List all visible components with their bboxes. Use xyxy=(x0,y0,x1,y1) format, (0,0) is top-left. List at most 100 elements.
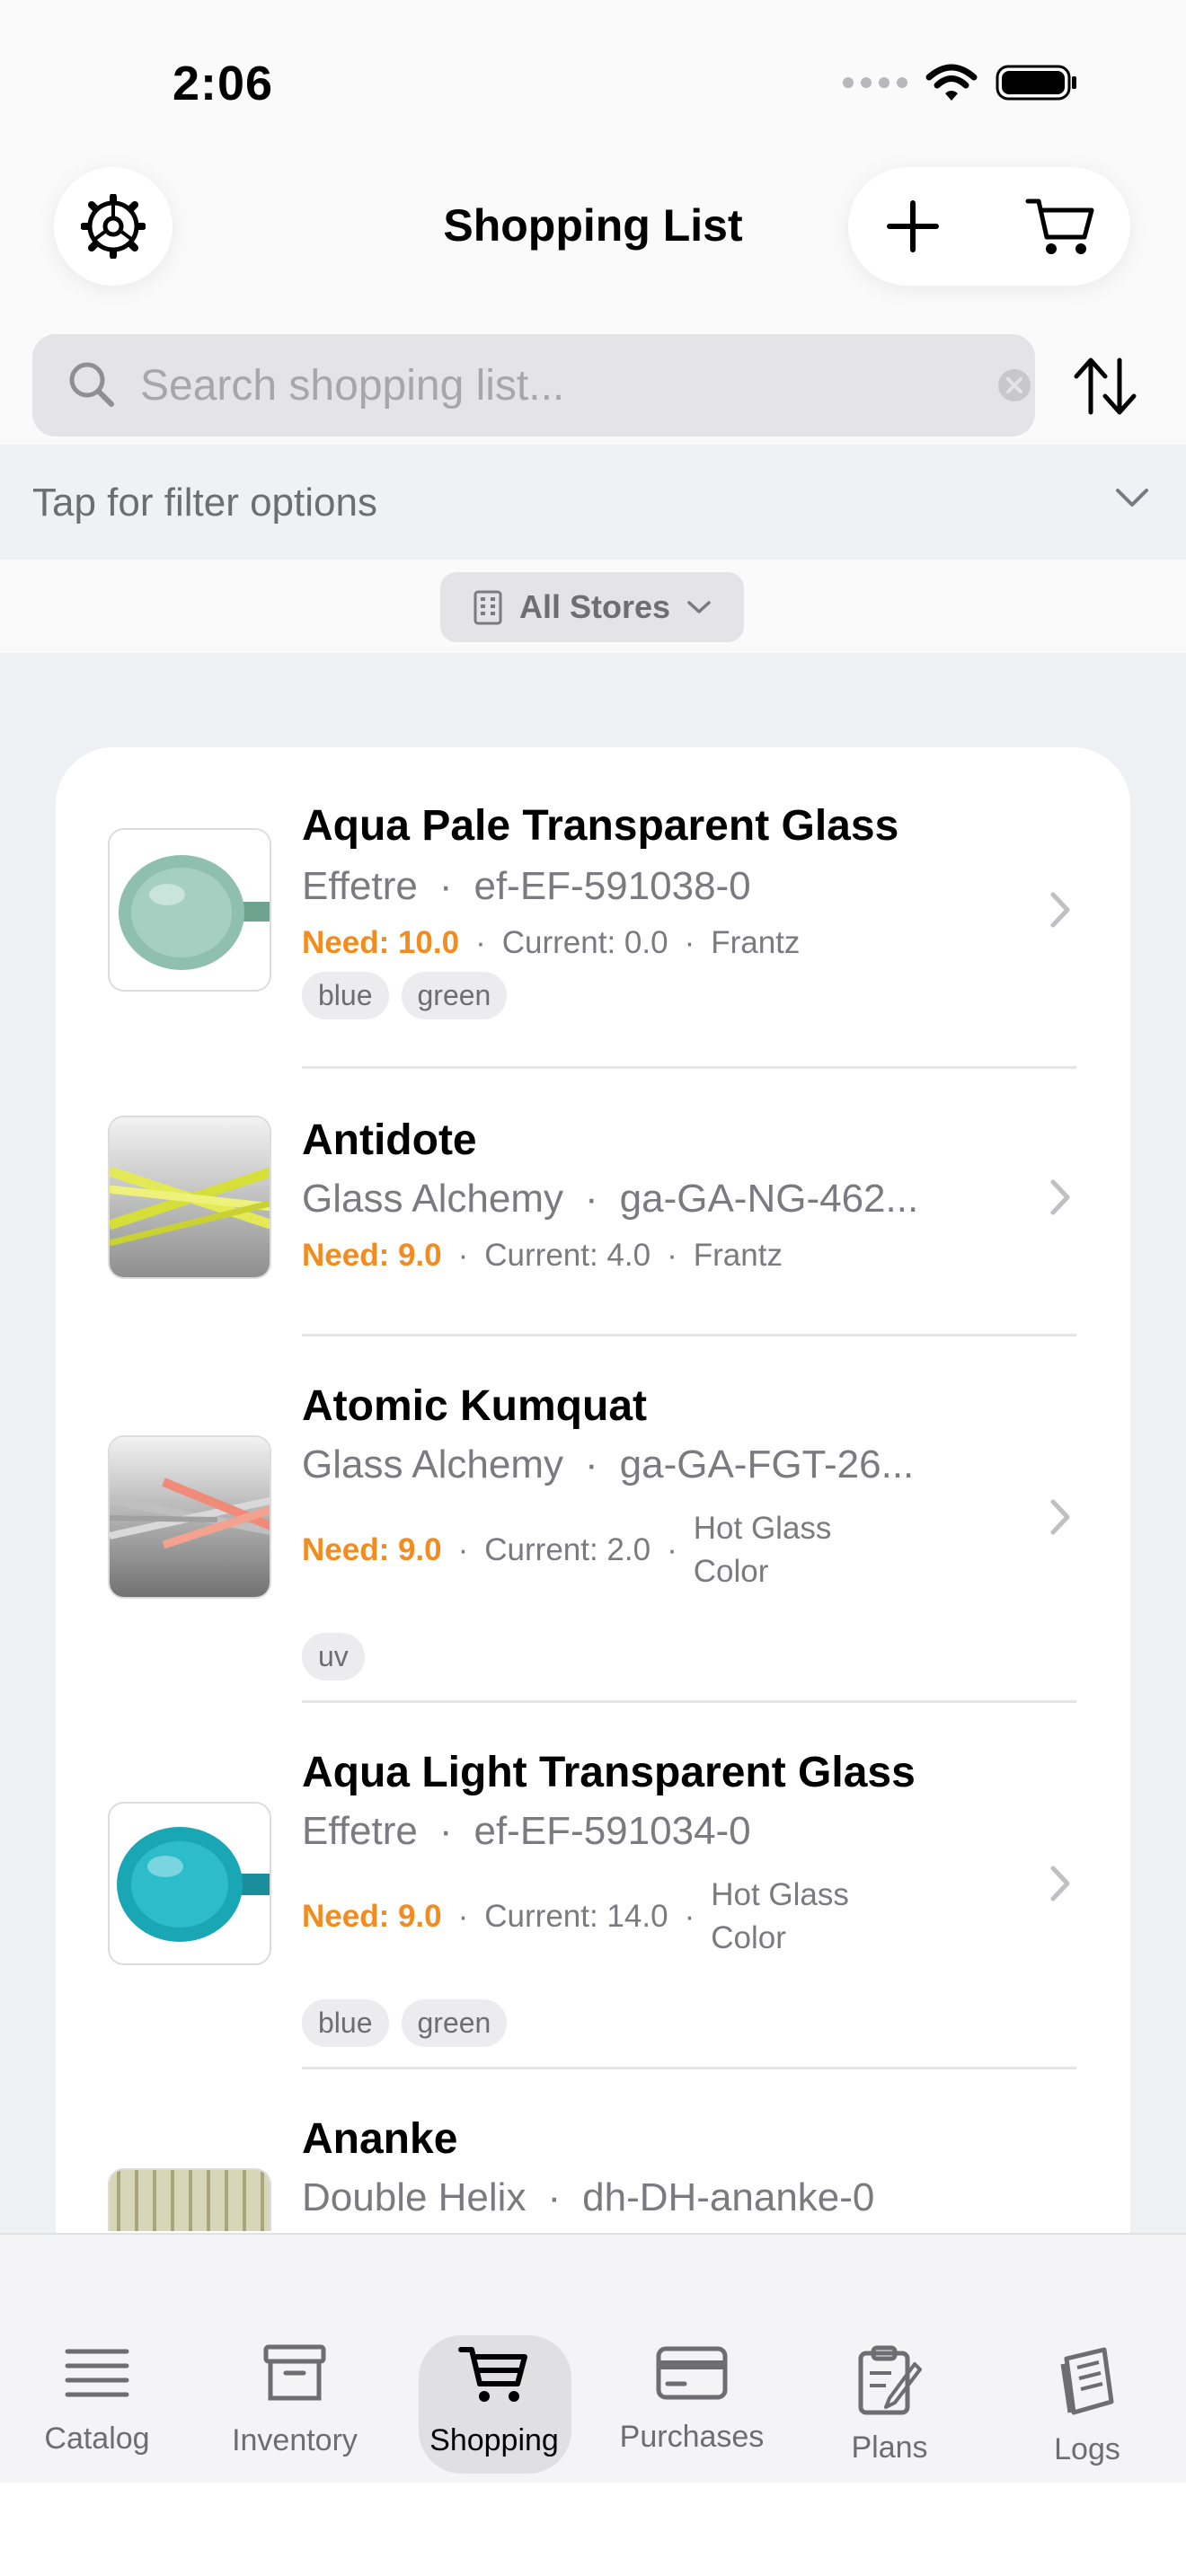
tab-purchases[interactable]: Purchases xyxy=(602,2235,782,2484)
list-item[interactable]: Aqua Pale Transparent Glass Effetre · ef-E… xyxy=(56,747,1130,1069)
chevron-right-icon xyxy=(1050,1499,1070,1535)
header-actions xyxy=(848,167,1130,286)
store-selector[interactable]: All Stores xyxy=(440,572,744,642)
item-subtitle: Effetre · ef-EF-591034-0 xyxy=(302,1809,751,1853)
tab-label: Logs xyxy=(1054,2432,1120,2466)
add-button[interactable] xyxy=(877,190,949,262)
chevron-right-icon xyxy=(1050,892,1070,928)
building-icon xyxy=(474,590,502,625)
need-value: Need: 9.0 xyxy=(302,1532,442,1567)
current-value: Current: 14.0 xyxy=(484,1899,668,1934)
filter-options-bar[interactable]: Tap for filter options xyxy=(0,446,1186,560)
tag: green xyxy=(401,972,508,1019)
cart-button[interactable] xyxy=(1021,187,1102,268)
tab-label: Purchases xyxy=(619,2420,765,2454)
store-name: Frantz xyxy=(711,925,801,960)
store-name: Frantz xyxy=(693,1238,783,1273)
search-bar xyxy=(32,334,1035,437)
item-title: Atomic Kumquat xyxy=(302,1382,647,1430)
item-meta: Need: 10.0 · Current: 0.0 · Frantz xyxy=(302,925,801,960)
store-name: Hot Glass Color xyxy=(693,1511,832,1589)
filter-label: Tap for filter options xyxy=(32,481,377,525)
chevron-down-icon xyxy=(687,601,711,613)
cart-icon xyxy=(1025,198,1094,254)
tag: blue xyxy=(302,972,389,1019)
clear-icon[interactable] xyxy=(997,368,1031,402)
item-title: Aqua Pale Transparent Glass xyxy=(302,802,899,850)
credit-card-icon xyxy=(656,2346,728,2400)
tab-label: Inventory xyxy=(232,2423,358,2457)
item-subtitle: Effetre · ef-EF-591038-0 xyxy=(302,864,751,908)
item-title: Ananke xyxy=(302,2115,458,2163)
store-label: All Stores xyxy=(518,588,671,625)
search-input[interactable] xyxy=(140,354,967,417)
tag: uv xyxy=(302,1633,365,1681)
item-brand: Effetre xyxy=(302,1809,418,1853)
tab-label: Shopping xyxy=(429,2423,559,2457)
item-thumbnail xyxy=(108,1116,271,1279)
status-icons xyxy=(843,63,1078,102)
item-subtitle: Double Helix · dh-DH-ananke-0 xyxy=(302,2175,875,2219)
clipboard-pencil-icon xyxy=(858,2345,922,2415)
tab-label: Catalog xyxy=(44,2422,150,2456)
item-thumbnail xyxy=(108,1435,271,1599)
list-item[interactable]: Ananke Double Helix · dh-DH-ananke-0 xyxy=(56,2069,1130,2231)
plus-icon xyxy=(887,200,939,252)
tag-list: uv xyxy=(302,1633,365,1681)
current-value: Current: 0.0 xyxy=(501,925,668,960)
archive-box-icon xyxy=(263,2344,326,2401)
tag-list: blue green xyxy=(302,972,508,1019)
wifi-icon xyxy=(925,64,978,101)
item-code: ga-GA-NG-462... xyxy=(619,1177,919,1221)
tab-shopping[interactable]: Shopping xyxy=(404,2235,584,2484)
item-meta: Need: 9.0 · Current: 2.0 · Hot Glass Color xyxy=(302,1507,891,1593)
tab-catalog[interactable]: Catalog xyxy=(7,2235,187,2484)
tab-bar: Catalog Inventory Shopping Purchases Pla… xyxy=(0,2233,1186,2483)
tag: green xyxy=(401,1999,508,2047)
item-brand: Glass Alchemy xyxy=(302,1442,563,1486)
item-brand: Effetre xyxy=(302,864,418,908)
status-time: 2:06 xyxy=(173,57,274,110)
item-subtitle: Glass Alchemy · ga-GA-NG-462... xyxy=(302,1177,919,1221)
chevron-right-icon xyxy=(1050,1179,1070,1215)
tab-inventory[interactable]: Inventory xyxy=(205,2235,385,2484)
store-filter-bar: All Stores xyxy=(0,560,1186,653)
list-item[interactable]: Aqua Light Transparent Glass Effetre · ef-… xyxy=(56,1703,1130,2069)
item-subtitle: Glass Alchemy · ga-GA-FGT-26... xyxy=(302,1442,915,1486)
signal-dots-icon xyxy=(843,77,907,88)
tag-list: blue green xyxy=(302,1999,508,2047)
shopping-list: Aqua Pale Transparent Glass Effetre · ef-E… xyxy=(56,747,1130,2274)
tab-plans[interactable]: Plans xyxy=(800,2235,979,2484)
item-title: Aqua Light Transparent Glass xyxy=(302,1749,916,1796)
item-thumbnail xyxy=(108,828,271,992)
tab-label: Plans xyxy=(851,2430,928,2465)
sort-button[interactable] xyxy=(1067,350,1143,422)
item-thumbnail xyxy=(108,1802,271,1965)
item-code: ga-GA-FGT-26... xyxy=(619,1442,915,1486)
home-indicator-area xyxy=(0,2483,1186,2576)
list-item[interactable]: Atomic Kumquat Glass Alchemy · ga-GA-FGT-2… xyxy=(56,1337,1130,1703)
chevron-right-icon xyxy=(1050,1866,1070,1901)
chevron-down-icon xyxy=(1116,489,1148,507)
tag: blue xyxy=(302,1999,389,2047)
item-code: ef-EF-591038-0 xyxy=(474,864,751,908)
item-title: Antidote xyxy=(302,1116,477,1164)
current-value: Current: 2.0 xyxy=(484,1532,651,1567)
store-name: Hot Glass Color xyxy=(711,1877,849,1955)
item-brand: Glass Alchemy xyxy=(302,1177,563,1221)
need-value: Need: 9.0 xyxy=(302,1899,442,1934)
search-icon xyxy=(69,362,114,407)
list-icon xyxy=(65,2349,129,2397)
item-thumbnail xyxy=(108,2168,271,2231)
need-value: Need: 10.0 xyxy=(302,925,460,960)
sort-arrows-icon xyxy=(1074,357,1137,415)
item-meta: Need: 9.0 · Current: 14.0 · Hot Glass Colo… xyxy=(302,1874,908,1960)
notebook-icon xyxy=(1060,2347,1114,2415)
item-meta: Need: 9.0 · Current: 4.0 · Frantz xyxy=(302,1238,783,1273)
item-code: ef-EF-591034-0 xyxy=(474,1809,751,1853)
item-brand: Double Helix xyxy=(302,2175,527,2219)
battery-icon xyxy=(996,65,1076,101)
current-value: Current: 4.0 xyxy=(484,1238,651,1273)
list-item[interactable]: Antidote Glass Alchemy · ga-GA-NG-462... N… xyxy=(56,1069,1130,1337)
tab-logs[interactable]: Logs xyxy=(997,2235,1177,2484)
